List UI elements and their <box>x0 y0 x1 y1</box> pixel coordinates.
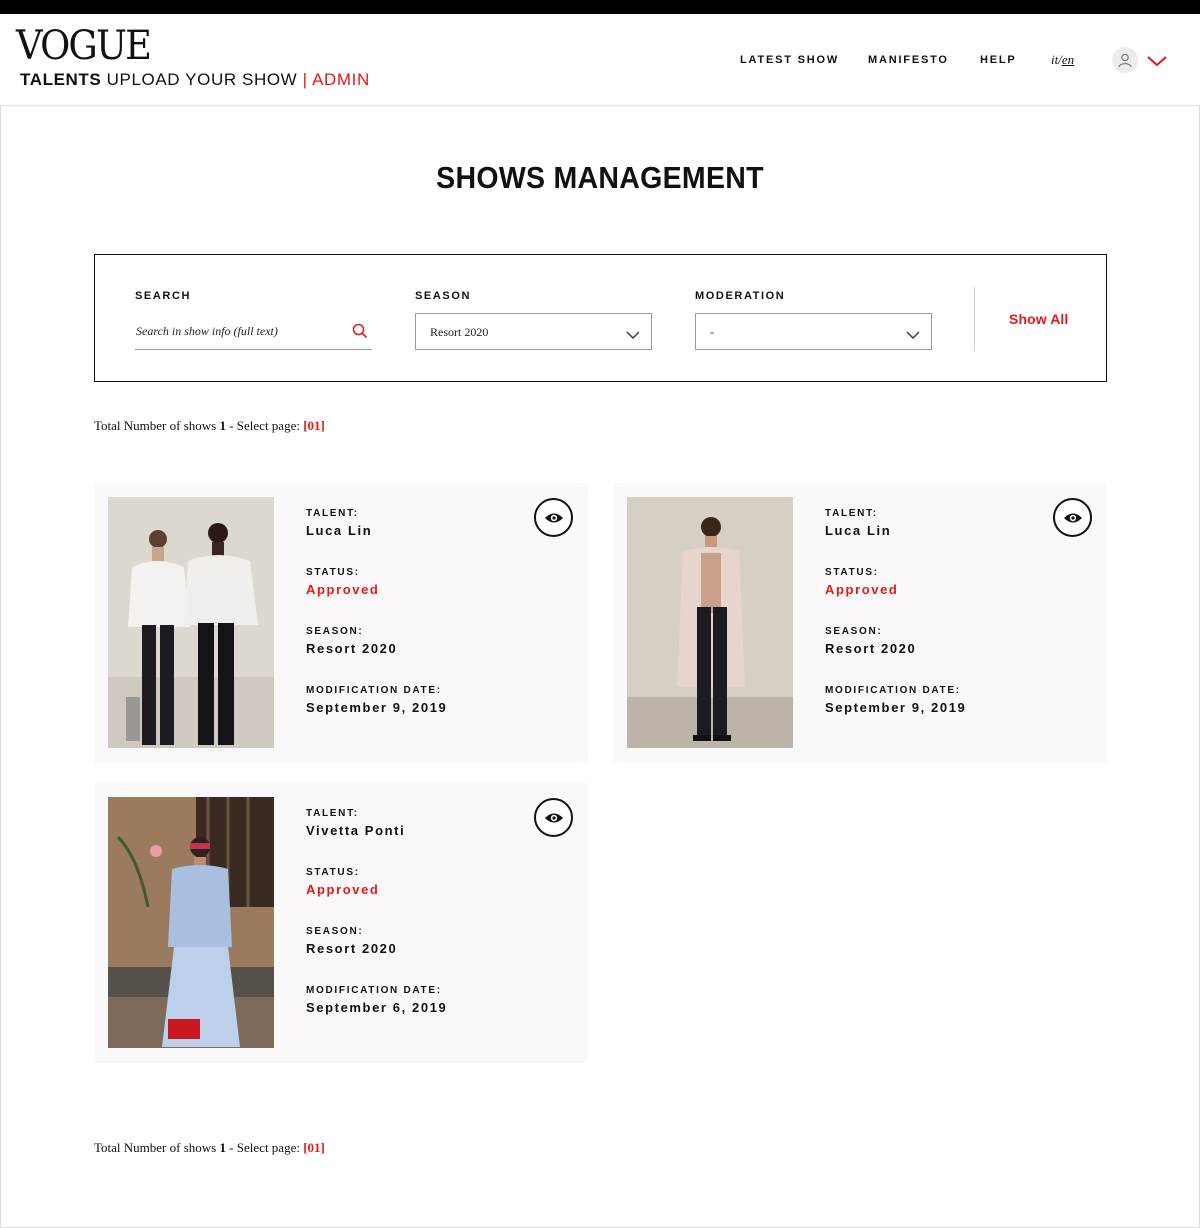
filter-panel: SEARCH Search in show info (full text) S… <box>94 254 1107 382</box>
page-link[interactable]: [01] <box>303 418 325 433</box>
chevron-down-icon <box>626 327 640 345</box>
show-card: TALENT: Vivetta Ponti STATUS: Approved S… <box>94 783 588 1063</box>
modification-date-label: MODIFICATION DATE: <box>306 985 442 996</box>
season-value: Resort 2020 <box>306 641 398 656</box>
moderation-select-value: - <box>710 325 714 339</box>
subtitle-upload: UPLOAD YOUR SHOW <box>106 70 298 89</box>
view-eye-icon[interactable] <box>534 798 573 837</box>
show-card: TALENT: Luca Lin STATUS: Approved SEASON… <box>94 483 588 763</box>
divider <box>974 287 975 351</box>
status-value: Approved <box>306 582 380 597</box>
season-value: Resort 2020 <box>306 941 398 956</box>
status-value: Approved <box>825 582 899 597</box>
status-label: STATUS: <box>825 567 879 578</box>
modification-date-value: September 6, 2019 <box>306 1000 448 1015</box>
shows-summary-top: Total Number of shows 1 - Select page: [… <box>94 418 325 434</box>
search-placeholder: Search in show info (full text) <box>136 324 278 338</box>
language-switch: it/en <box>1051 52 1074 68</box>
talent-label: TALENT: <box>825 508 878 519</box>
season-select[interactable]: Resort 2020 <box>415 313 652 350</box>
chevron-down-icon <box>906 327 920 345</box>
view-eye-icon[interactable] <box>534 498 573 537</box>
show-card: TALENT: Luca Lin STATUS: Approved SEASON… <box>613 483 1107 763</box>
show-photo[interactable] <box>108 797 274 1048</box>
moderation-select[interactable]: - <box>695 313 932 350</box>
show-photo[interactable] <box>627 497 793 748</box>
modification-date-value: September 9, 2019 <box>825 700 967 715</box>
modification-date-value: September 9, 2019 <box>306 700 448 715</box>
status-label: STATUS: <box>306 567 360 578</box>
talent-value: Luca Lin <box>306 523 373 538</box>
show-info: TALENT: Vivetta Ponti STATUS: Approved S… <box>306 807 447 1043</box>
season-label: SEASON: <box>306 926 364 937</box>
vogue-logo[interactable]: VOGUE <box>16 26 152 66</box>
talent-label: TALENT: <box>306 808 359 819</box>
show-info: TALENT: Luca Lin STATUS: Approved SEASON… <box>825 507 966 743</box>
moderation-label: MODERATION <box>695 290 786 302</box>
season-label: SEASON: <box>825 626 883 637</box>
show-all-button[interactable]: Show All <box>1009 311 1068 327</box>
nav-help[interactable]: HELP <box>980 54 1017 66</box>
site-subtitle: TALENTS UPLOAD YOUR SHOW | ADMIN <box>20 70 370 90</box>
season-label: SEASON <box>415 290 472 302</box>
season-label: SEASON: <box>306 626 364 637</box>
summary-count: 1 <box>219 418 226 433</box>
season-select-value: Resort 2020 <box>430 325 489 339</box>
page-link[interactable]: [01] <box>303 1140 325 1155</box>
show-photo[interactable] <box>108 497 274 748</box>
summary-count: 1 <box>219 1140 226 1155</box>
summary-text: Total Number of shows <box>94 418 217 433</box>
chevron-down-icon[interactable] <box>1146 54 1168 72</box>
talent-label: TALENT: <box>306 508 359 519</box>
subtitle-separator: | <box>302 70 308 89</box>
search-input[interactable]: Search in show info (full text) <box>135 313 372 350</box>
shows-summary-bottom: Total Number of shows 1 - Select page: [… <box>94 1140 325 1156</box>
nav-manifesto[interactable]: MANIFESTO <box>868 54 949 66</box>
status-label: STATUS: <box>306 867 360 878</box>
summary-select-text: - Select page: <box>229 1140 300 1155</box>
subtitle-talents: TALENTS <box>20 70 102 89</box>
show-info: TALENT: Luca Lin STATUS: Approved SEASON… <box>306 507 447 743</box>
top-bar <box>0 0 1200 14</box>
modification-date-label: MODIFICATION DATE: <box>825 685 961 696</box>
search-icon[interactable] <box>352 323 368 344</box>
status-value: Approved <box>306 882 380 897</box>
talent-value: Luca Lin <box>825 523 892 538</box>
lang-en[interactable]: en <box>1062 52 1074 67</box>
summary-select-text: - Select page: <box>229 418 300 433</box>
search-label: SEARCH <box>135 290 192 302</box>
user-icon[interactable] <box>1112 47 1138 73</box>
subtitle-admin: ADMIN <box>312 70 370 89</box>
talent-value: Vivetta Ponti <box>306 823 406 838</box>
summary-text: Total Number of shows <box>94 1140 217 1155</box>
page-title: SHOWS MANAGEMENT <box>436 160 764 195</box>
season-value: Resort 2020 <box>825 641 917 656</box>
view-eye-icon[interactable] <box>1053 498 1092 537</box>
modification-date-label: MODIFICATION DATE: <box>306 685 442 696</box>
nav-latest-show[interactable]: LATEST SHOW <box>740 54 839 66</box>
header: VOGUE TALENTS UPLOAD YOUR SHOW | ADMIN L… <box>0 14 1200 106</box>
